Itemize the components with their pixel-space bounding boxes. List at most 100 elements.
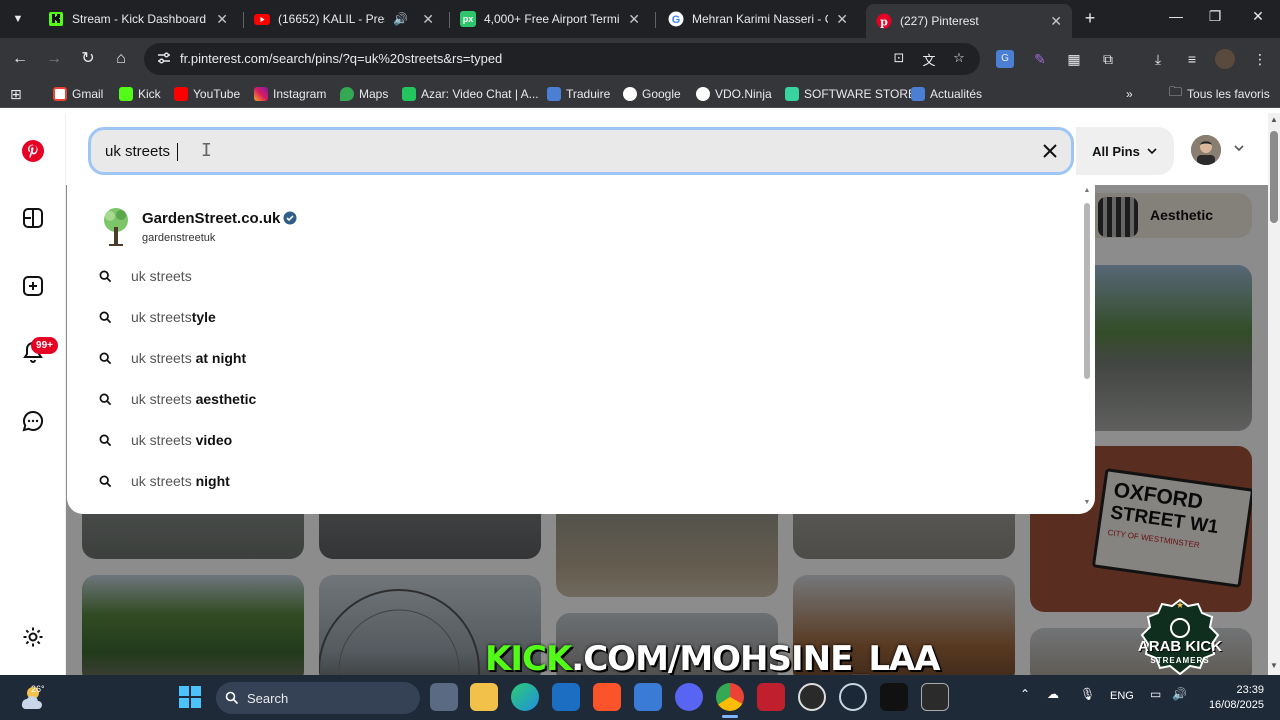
microsoft-store-icon[interactable] [634,683,662,711]
bookmark-traduire[interactable]: Traduire [547,85,610,103]
user-avatar[interactable] [1191,135,1221,165]
new-tab-button[interactable]: + [1080,8,1100,29]
windows-start-icon[interactable] [179,686,201,708]
onedrive-icon[interactable]: ☁ [1047,687,1059,701]
translate-icon[interactable]: 文 [920,50,938,68]
search-suggestion[interactable]: uk streetstyle [97,305,997,331]
speaker-icon[interactable]: 🔊 [393,12,408,26]
video-editor-icon[interactable] [757,683,785,711]
dropdown-scrollbar[interactable]: ▲ ▼ [1083,187,1091,507]
outlook-icon[interactable] [552,683,580,711]
obs-icon[interactable] [798,683,826,711]
account-chevron-down-icon[interactable] [1232,141,1246,155]
taskbar-search-box[interactable]: Search [216,682,420,714]
tab-youtube[interactable]: (16652) KALIL - Pressure 🔊 ✕ [244,4,444,34]
search-suggestion[interactable]: uk streets aesthetic [97,387,997,413]
apps-grid-icon[interactable]: ⊞ [10,85,22,103]
home-button[interactable]: ⌂ [111,49,131,69]
volume-icon[interactable]: 🔊 [1172,687,1187,701]
scroll-down-icon[interactable]: ▼ [1083,499,1091,507]
close-icon[interactable]: ✕ [422,11,434,28]
bookmark-software-store[interactable]: SOFTWARE STORE [785,85,916,103]
all-bookmarks-folder[interactable]: 🗀 Tous les favoris [1169,84,1270,103]
tab-google[interactable]: G Mehran Karimi Nasseri - Goo ✕ [658,4,858,34]
site-info-icon[interactable] [156,50,172,66]
bookmark-google[interactable]: Google [623,85,681,103]
profile-avatar-icon[interactable] [1215,49,1235,69]
search-suggestion[interactable]: uk streets [97,264,997,290]
bookmark-vdo-ninja[interactable]: VDO.Ninja [696,85,772,103]
clear-search-icon[interactable] [1039,140,1061,162]
messages-icon[interactable] [21,409,45,433]
all-pins-filter-dropdown[interactable]: All Pins [1076,127,1174,175]
screenshot-extension-icon[interactable]: ▦ [1064,49,1084,69]
page-scrollbar-thumb[interactable] [1270,131,1278,223]
search-input[interactable]: uk streets [88,127,1074,175]
tab-search-menu-button[interactable]: ▼ [6,8,30,30]
profile-suggestion[interactable]: GardenStreet.co.uk gardenstreetuk [97,207,997,251]
capcut-icon[interactable] [921,683,949,711]
back-button[interactable]: ← [10,49,30,69]
suggestion-typed-text: uk streets [131,473,196,489]
microphone-icon[interactable]: 🎙 [1080,687,1095,701]
google-news-icon [911,87,925,101]
tab-kick-dashboard[interactable]: Stream - Kick Dashboard ✕ [38,4,238,34]
davinci-icon[interactable] [880,683,908,711]
scroll-up-icon[interactable]: ▲ [1083,187,1091,195]
search-suggestion[interactable]: uk streets video [97,428,997,454]
language-indicator[interactable]: ENG [1110,690,1134,702]
minimize-button[interactable]: — [1166,8,1186,24]
scroll-down-icon[interactable]: ▼ [1270,661,1278,670]
pen-extension-icon[interactable]: ✎ [1030,49,1050,69]
google-translate-extension-icon[interactable]: G [996,50,1014,68]
taskbar-clock[interactable]: 23:39 16/08/2025 [1198,683,1264,713]
bookmarks-overflow-icon[interactable]: » [1126,85,1133,103]
maximize-button[interactable]: ❐ [1205,8,1225,25]
page-scrollbar[interactable]: ▲ ▼ [1268,113,1280,675]
tab-pinterest[interactable]: p (227) Pinterest ✕ [866,4,1072,38]
bookmark-gmail[interactable]: Gmail [53,85,103,103]
pinterest-sidebar: 99+ [0,113,66,675]
search-suggestion[interactable]: uk streets night [97,469,997,495]
browser-tab-strip: ▼ Stream - Kick Dashboard ✕ (16652) KALI… [0,0,1280,38]
settings-gear-icon[interactable] [21,625,45,649]
bookmark-actualites[interactable]: Actualités [911,85,982,103]
task-view-icon[interactable] [430,683,458,711]
network-icon[interactable]: ▭ [1150,687,1161,701]
create-icon[interactable] [21,274,45,298]
edge-icon[interactable] [511,683,539,711]
explore-icon[interactable] [21,206,45,230]
close-icon[interactable]: ✕ [216,11,228,28]
bookmark-kick[interactable]: Kick [119,85,161,103]
pinterest-logo-icon[interactable] [21,139,45,163]
scroll-up-icon[interactable]: ▲ [1270,115,1278,124]
bookmark-youtube[interactable]: YouTube [174,85,240,103]
window-close-button[interactable]: ✕ [1248,8,1268,25]
download-icon[interactable]: ⤓ [1148,49,1168,69]
discord-icon[interactable] [675,683,703,711]
reload-button[interactable]: ↻ [78,49,98,69]
bookmark-maps[interactable]: Maps [340,85,388,103]
system-tray-chevron-icon[interactable]: ⌃ [1020,687,1030,701]
bookmark-instagram[interactable]: Instagram [254,85,326,103]
close-icon[interactable]: ✕ [836,11,848,28]
close-icon[interactable]: ✕ [628,11,640,28]
media-controls-icon[interactable]: ≡ [1182,49,1202,69]
bookmark-star-icon[interactable]: ☆ [950,50,968,68]
tab-title: Mehran Karimi Nasseri - Goo [692,12,828,26]
extensions-puzzle-icon[interactable]: ⧉ [1098,49,1118,69]
address-bar[interactable]: fr.pinterest.com/search/pins/?q=uk%20str… [144,43,980,75]
chrome-icon[interactable] [716,683,744,711]
brave-icon[interactable] [593,683,621,711]
install-app-icon[interactable]: ⊡ [890,50,908,68]
file-explorer-icon[interactable] [470,683,498,711]
dropdown-scrollbar-thumb[interactable] [1084,203,1090,379]
close-icon[interactable]: ✕ [1050,13,1062,30]
forward-button[interactable]: → [44,49,64,69]
steam-icon[interactable] [839,683,867,711]
chrome-menu-icon[interactable]: ⋮ [1250,49,1270,69]
tab-pixabay[interactable]: px 4,000+ Free Airport Terminal ✕ [450,4,650,34]
search-suggestion[interactable]: uk streets at night [97,346,997,372]
bookmark-azar[interactable]: Azar: Video Chat | A... [402,85,539,103]
google-icon: G [668,11,684,27]
